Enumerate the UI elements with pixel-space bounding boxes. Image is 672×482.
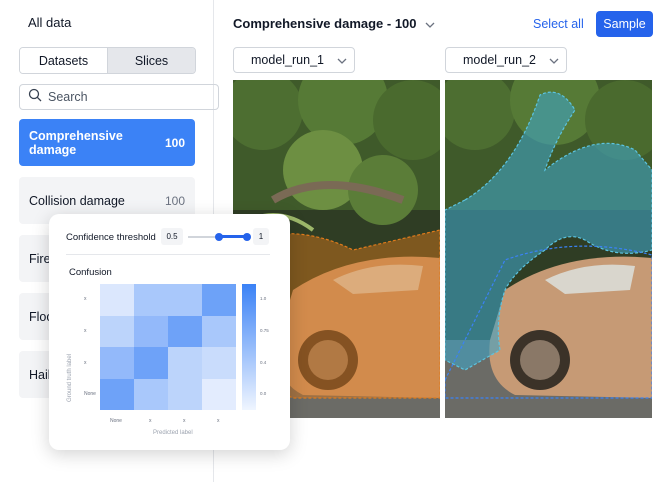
confusion-title: Confusion: [69, 267, 112, 278]
confidence-min-value[interactable]: 0.5: [161, 228, 183, 245]
run-label: model_run_2: [463, 53, 536, 67]
matrix-cell[interactable]: [134, 378, 168, 410]
y-axis-label: Ground truth label: [67, 353, 73, 402]
slider-min-handle[interactable]: [215, 233, 223, 241]
slice-label: Comprehensive damage: [29, 128, 123, 157]
search-icon: [28, 88, 42, 107]
slice-count: 100: [164, 193, 185, 208]
matrix-cell[interactable]: [134, 347, 168, 379]
run-label: model_run_1: [251, 53, 324, 67]
divider: [66, 254, 270, 255]
x-axis-label: Predicted label: [153, 430, 193, 436]
select-all-link[interactable]: Select all: [533, 17, 584, 31]
colorbar-tick: 0.75: [260, 328, 269, 333]
slice-label: Hail: [29, 367, 51, 382]
matrix-cell[interactable]: [100, 347, 134, 379]
chevron-down-icon: [425, 16, 435, 31]
matrix-cell[interactable]: [202, 315, 236, 347]
sidebar-title[interactable]: All data: [28, 15, 71, 30]
confidence-threshold-label: Confidence threshold: [66, 232, 156, 243]
matrix-cell[interactable]: [134, 315, 168, 347]
dataset-slice-toggle: Datasets Slices: [19, 47, 196, 74]
tab-slices[interactable]: Slices: [107, 48, 195, 73]
sample-image-run-2[interactable]: [445, 80, 652, 418]
matrix-cell[interactable]: [202, 378, 236, 410]
matrix-cell[interactable]: [168, 347, 202, 379]
slice-label: Collision damage: [29, 193, 125, 208]
row-tick: x: [84, 328, 87, 334]
matrix-cell[interactable]: [202, 284, 236, 316]
model-run-1-selector[interactable]: model_run_1: [233, 47, 355, 73]
matrix-cell[interactable]: [168, 284, 202, 316]
slider-max-handle[interactable]: [243, 233, 251, 241]
matrix-cell[interactable]: [100, 284, 134, 316]
colorbar-tick: 0.4: [260, 360, 267, 365]
row-tick: x: [84, 296, 87, 302]
row-tick: None: [84, 391, 96, 397]
matrix-cell[interactable]: [100, 315, 134, 347]
search-input[interactable]: [48, 90, 198, 104]
colorbar-tick: 0.0: [260, 391, 267, 396]
tab-datasets[interactable]: Datasets: [20, 48, 107, 73]
col-tick: x: [183, 418, 186, 424]
chevron-down-icon: [337, 53, 347, 67]
sample-button[interactable]: Sample: [596, 11, 653, 37]
matrix-cell[interactable]: [134, 284, 168, 316]
model-run-2-selector[interactable]: model_run_2: [445, 47, 567, 73]
confusion-matrix[interactable]: [100, 284, 236, 410]
col-tick: x: [217, 418, 220, 424]
colorbar: [242, 284, 256, 410]
search-box[interactable]: [19, 84, 219, 110]
slice-selector[interactable]: Comprehensive damage - 100: [233, 16, 435, 31]
matrix-cell[interactable]: [202, 347, 236, 379]
row-tick: x: [84, 360, 87, 366]
matrix-cell[interactable]: [100, 378, 134, 410]
slice-count: 100: [164, 135, 185, 150]
page-title: Comprehensive damage - 100: [233, 16, 417, 31]
col-tick: x: [149, 418, 152, 424]
matrix-cell[interactable]: [168, 378, 202, 410]
chevron-down-icon: [549, 53, 559, 67]
matrix-cell[interactable]: [168, 315, 202, 347]
slice-label: Fire: [29, 251, 51, 266]
colorbar-tick: 1.0: [260, 296, 267, 301]
analysis-panel: Confidence threshold 0.5 1 Confusion Gro…: [49, 214, 290, 450]
confidence-max-value[interactable]: 1: [253, 228, 269, 245]
slice-item-comprehensive-damage[interactable]: Comprehensive damage 100: [19, 119, 195, 166]
y-axis-label-wrap: Ground truth label: [67, 342, 77, 402]
col-tick: None: [110, 418, 122, 424]
